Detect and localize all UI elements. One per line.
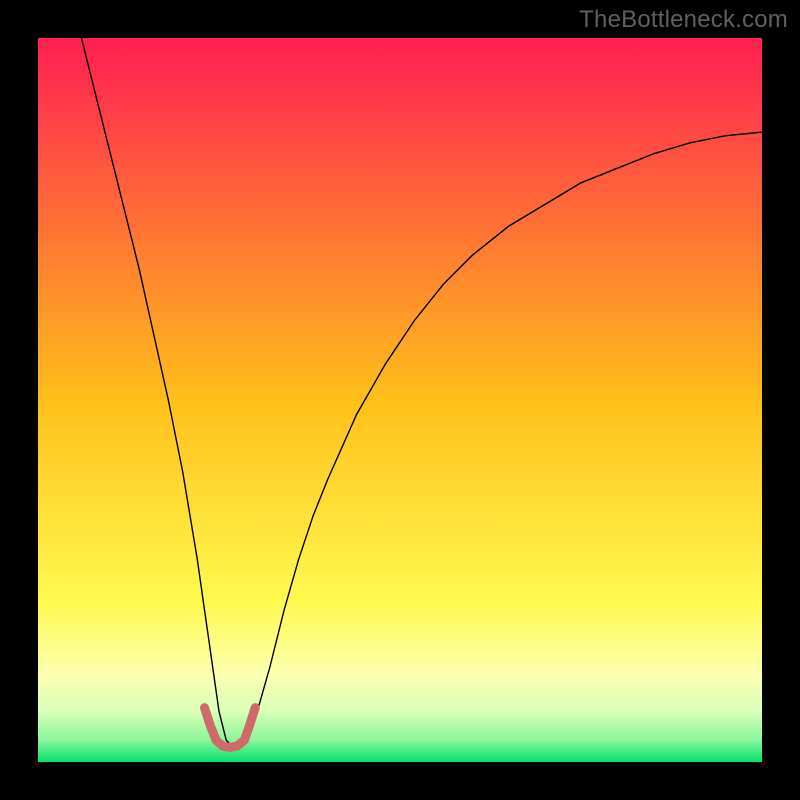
chart-background (38, 38, 762, 762)
chart-plot (38, 38, 762, 762)
chart-frame: TheBottleneck.com (0, 0, 800, 800)
watermark-text: TheBottleneck.com (579, 6, 788, 34)
